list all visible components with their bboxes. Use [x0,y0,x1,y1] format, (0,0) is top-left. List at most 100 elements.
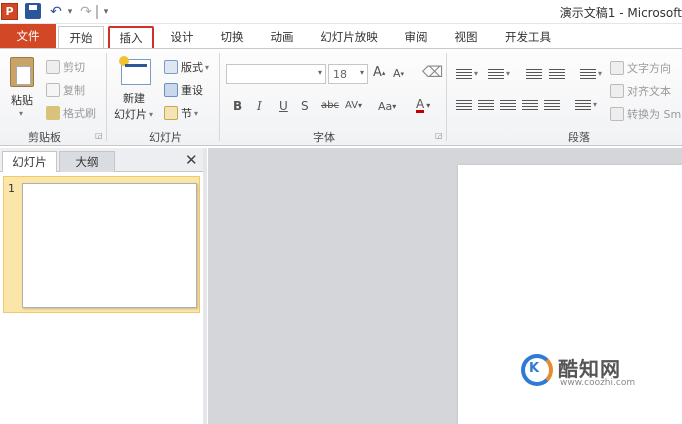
cut-button[interactable]: 剪切 [46,59,85,75]
grow-font-button[interactable]: A ▴ [373,65,385,80]
slide-thumbnail[interactable] [22,183,197,308]
numbering-dropdown-icon[interactable]: ▾ [506,69,510,78]
tab-developer[interactable]: 开发工具 [500,26,556,49]
font-launcher-icon[interactable]: ◲ [435,131,443,140]
undo-icon[interactable]: ↶ [48,3,64,21]
font-size-combo[interactable]: 18 ▾ [328,64,368,84]
columns-dropdown-icon[interactable]: ▾ [593,100,597,109]
text-direction-button[interactable]: 文字方向 [610,60,671,76]
italic-button[interactable]: I [257,99,262,113]
slides-panel: 幻灯片 大纲 ✕ 1 [0,148,207,424]
decrease-indent-icon[interactable] [526,69,542,81]
bold-button[interactable]: B [233,99,242,113]
font-group-label: 字体 [313,131,335,144]
group-divider [446,53,447,141]
tab-home[interactable]: 开始 [58,26,104,50]
tab-design[interactable]: 设计 [164,26,200,49]
shrink-font-button[interactable]: A ▾ [393,67,404,80]
slides-group-label: 幻灯片 [149,131,182,144]
watermark-letter: K [529,361,540,376]
customize-quick-access-icon[interactable]: ▾ [102,3,110,21]
reset-button[interactable]: 重设 [164,82,203,98]
font-color-button[interactable]: A ▾ [416,98,430,113]
text-direction-icon [610,61,624,75]
change-case-button[interactable]: Aa ▾ [378,100,396,113]
clipboard-group-label: 剪贴板 [28,131,61,144]
smartart-icon [610,107,624,121]
quick-access-divider [96,5,98,19]
paragraph-group-label: 段落 [568,131,590,144]
ribbon: 粘贴 ▾ 剪切 复制 格式刷 剪贴板 ◲ 新建 幻灯片 ▾ 版式 ▾ 重设 节 ▾ 幻… [0,48,682,146]
line-spacing-icon[interactable] [580,69,596,81]
tab-transitions[interactable]: 切换 [214,26,250,49]
tab-file[interactable]: 文件 [0,24,56,49]
font-name-combo[interactable]: ▾ [226,64,326,84]
numbering-icon[interactable] [488,69,504,81]
layout-dropdown-icon: ▾ [205,62,210,72]
font-size-dropdown-icon[interactable]: ▾ [360,68,364,77]
bullets-dropdown-icon[interactable]: ▾ [474,69,478,78]
convert-smartart-button[interactable]: 转换为 Sm [610,106,681,122]
char-spacing-button[interactable]: AV ▾ [345,100,362,111]
align-text-button[interactable]: 对齐文本 [610,83,671,99]
reset-icon [164,83,178,97]
section-button[interactable]: 节 ▾ [164,105,198,121]
copy-button[interactable]: 复制 [46,82,85,98]
increase-indent-icon[interactable] [549,69,565,81]
clear-formatting-button[interactable]: ⌫ [422,63,443,81]
window-title: 演示文稿1 - Microsoft [559,6,682,20]
ribbon-tab-bar: 文件 开始 插入 设计 切换 动画 幻灯片放映 审阅 视图 开发工具 [0,24,682,51]
font-color-dropdown-icon: ▾ [426,101,431,110]
slide-thumbnail-selected[interactable]: 1 [3,176,200,313]
char-spacing-dropdown-icon: ▾ [358,101,363,110]
section-dropdown-icon: ▾ [194,108,199,118]
paste-dropdown-icon[interactable]: ▾ [19,109,23,118]
distributed-icon[interactable] [544,100,560,112]
undo-dropdown-icon[interactable]: ▾ [66,3,74,21]
tab-outline-panel[interactable]: 大纲 [59,151,115,172]
copy-icon [46,83,60,97]
title-bar: P ↶ ▾ ↷ ▾ 演示文稿1 - Microsoft [0,0,682,24]
redo-icon[interactable]: ↷ [78,3,94,21]
font-name-dropdown-icon[interactable]: ▾ [318,68,322,77]
format-painter-icon [46,106,60,120]
panel-splitter[interactable] [203,148,207,424]
tab-slides-panel[interactable]: 幻灯片 [2,151,57,172]
grow-arrow-icon: ▴ [381,68,386,77]
line-spacing-dropdown-icon[interactable]: ▾ [598,69,602,78]
new-slide-button[interactable]: 幻灯片 ▾ [114,106,153,122]
align-right-icon[interactable] [500,100,516,112]
scissors-icon [46,60,60,74]
new-slide-icon[interactable] [119,56,151,85]
align-left-icon[interactable] [456,100,472,112]
eraser-icon: ⌫ [422,63,444,81]
section-icon [164,106,178,120]
align-center-icon[interactable] [478,100,494,112]
clipboard-launcher-icon[interactable]: ◲ [95,131,103,140]
shrink-arrow-icon: ▾ [400,69,405,78]
layout-icon [164,60,178,74]
paste-button[interactable]: 粘贴 [11,92,33,108]
slide-number: 1 [8,182,15,195]
tab-review[interactable]: 审阅 [398,26,434,49]
strikethrough-button[interactable]: abc [321,100,339,111]
tab-slideshow[interactable]: 幻灯片放映 [316,26,382,49]
close-icon[interactable]: ✕ [185,151,198,169]
save-icon[interactable] [25,3,41,19]
bullets-icon[interactable] [456,69,472,81]
tab-animations[interactable]: 动画 [264,26,300,49]
justify-icon[interactable] [522,100,538,112]
watermark-url: www.coozhi.com [560,378,636,388]
underline-button[interactable]: U [279,99,288,113]
new-slide-dropdown-icon: ▾ [149,109,154,119]
shadow-button[interactable]: S [301,99,309,113]
format-painter-button[interactable]: 格式刷 [46,105,96,121]
tab-view[interactable]: 视图 [448,26,484,49]
panel-tab-row: 幻灯片 大纲 ✕ [0,148,207,172]
align-text-icon [610,84,624,98]
layout-button[interactable]: 版式 ▾ [164,59,209,75]
columns-icon[interactable] [575,100,591,112]
powerpoint-icon[interactable]: P [1,3,18,20]
new-slide-label[interactable]: 新建 [123,90,145,106]
paste-icon[interactable] [10,57,34,87]
